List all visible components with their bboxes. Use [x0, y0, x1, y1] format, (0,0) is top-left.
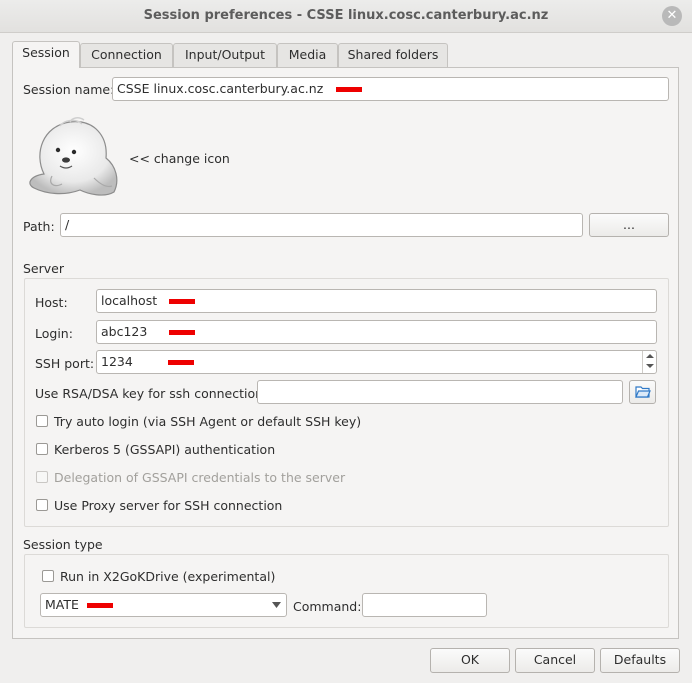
login-input[interactable]: abc123 — [96, 320, 657, 344]
path-label: Path: — [23, 219, 55, 234]
x2gokdrive-label: Run in X2GoKDrive (experimental) — [60, 569, 276, 584]
redaction-mark — [169, 299, 196, 304]
kerberos-label: Kerberos 5 (GSSAPI) authentication — [54, 442, 276, 457]
redaction-mark — [167, 360, 194, 365]
proxy-checkbox[interactable] — [36, 499, 48, 511]
redaction-mark — [169, 330, 196, 335]
tab-connection[interactable]: Connection — [80, 43, 173, 67]
window-title: Session preferences - CSSE linux.cosc.ca… — [143, 8, 549, 23]
session-type-group-title: Session type — [23, 537, 103, 552]
browse-path-button[interactable]: ... — [589, 213, 669, 237]
rsa-key-input[interactable] — [257, 380, 623, 404]
folder-open-icon — [634, 386, 651, 398]
session-name-input[interactable]: CSSE linux.cosc.canterbury.ac.nz — [112, 77, 669, 101]
tab-media[interactable]: Media — [277, 43, 338, 67]
auto-login-checkbox[interactable] — [36, 415, 48, 427]
host-input[interactable]: localhost — [96, 289, 657, 313]
kerberos-checkbox[interactable] — [36, 443, 48, 455]
chevron-up-icon[interactable] — [646, 354, 654, 358]
close-icon[interactable]: ✕ — [662, 6, 682, 26]
tab-session[interactable]: Session — [12, 41, 80, 68]
session-type-select[interactable]: MATE — [40, 593, 287, 617]
window-titlebar: Session preferences - CSSE linux.cosc.ca… — [0, 0, 692, 33]
seal-icon — [29, 117, 118, 196]
tab-shared-folders[interactable]: Shared folders — [338, 43, 448, 67]
auto-login-label: Try auto login (via SSH Agent or default… — [54, 414, 362, 429]
change-icon-label: << change icon — [129, 151, 230, 166]
server-group-title: Server — [23, 261, 64, 276]
command-label: Command: — [293, 599, 362, 614]
host-label: Host: — [35, 295, 68, 310]
chevron-down-icon — [272, 602, 281, 608]
port-stepper[interactable] — [642, 351, 656, 373]
ssh-port-label: SSH port: — [35, 356, 95, 371]
defaults-button[interactable]: Defaults — [600, 648, 680, 673]
login-label: Login: — [35, 326, 73, 341]
chevron-down-icon[interactable] — [646, 364, 654, 368]
ssh-port-spinbox[interactable]: 1234 — [96, 350, 657, 374]
redaction-mark — [86, 603, 113, 608]
proxy-label: Use Proxy server for SSH connection — [54, 498, 283, 513]
redaction-mark — [336, 87, 363, 92]
session-name-label: Session name: — [23, 82, 115, 97]
gssapi-delegation-label: Delegation of GSSAPI credentials to the … — [54, 470, 346, 485]
rsa-key-label: Use RSA/DSA key for ssh connection: — [35, 386, 268, 401]
path-input[interactable]: / — [60, 213, 583, 237]
cancel-button[interactable]: Cancel — [515, 648, 595, 673]
gssapi-delegation-checkbox — [36, 471, 48, 483]
browse-key-button[interactable] — [629, 380, 656, 404]
session-icon[interactable] — [24, 114, 120, 200]
x2gokdrive-checkbox[interactable] — [42, 570, 54, 582]
command-input[interactable] — [362, 593, 487, 617]
tab-input-output[interactable]: Input/Output — [173, 43, 277, 67]
ok-button[interactable]: OK — [430, 648, 510, 673]
